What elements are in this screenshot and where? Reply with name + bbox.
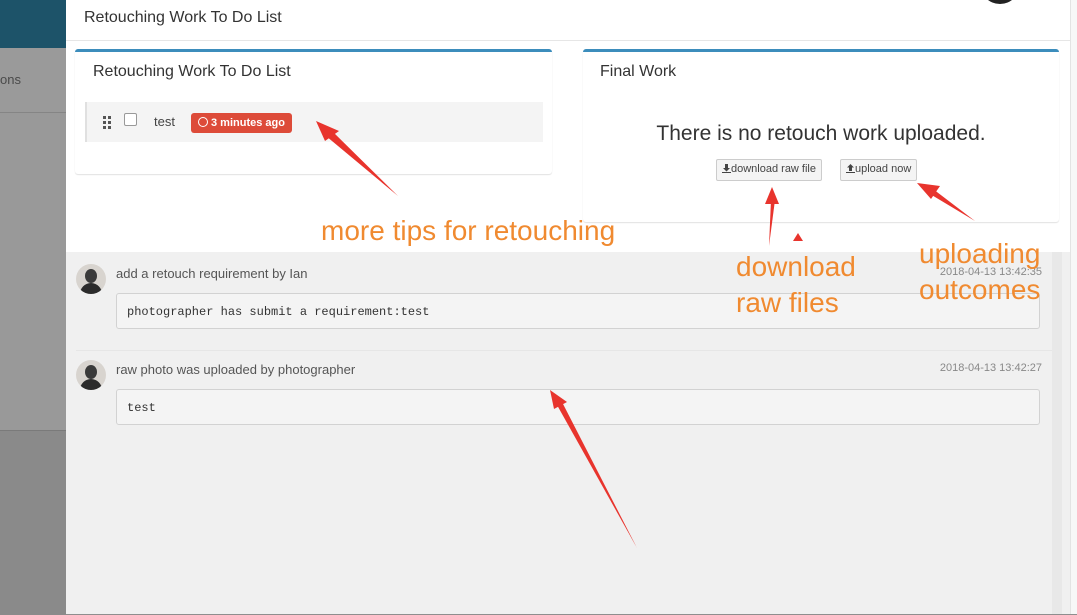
user-avatar[interactable] (980, 0, 1020, 4)
annotation-download-line2: raw files (736, 287, 839, 318)
timeline-title: add a retouch requirement by Ian (116, 266, 308, 281)
download-raw-file-label: download raw file (731, 163, 816, 175)
background-content (0, 112, 66, 431)
upload-icon (846, 164, 855, 173)
time-badge: 3 minutes ago (191, 113, 292, 133)
app-header-bg (0, 0, 66, 48)
download-icon (722, 164, 731, 173)
timeline-title: raw photo was uploaded by photographer (116, 362, 356, 377)
todo-text: test (154, 114, 175, 129)
empty-state-text: There is no retouch work uploaded. (656, 122, 986, 145)
avatar (76, 360, 106, 390)
annotation-upload-line2: outcomes (919, 274, 1041, 305)
annotation-upload-line1: uploading (919, 238, 1041, 269)
timeline-body: photographer has submit a requirement:te… (116, 293, 1040, 329)
annotation-tips: more tips for retouching (321, 215, 616, 246)
download-raw-file-button[interactable]: download raw file (716, 159, 822, 181)
final-work-title: Final Work (600, 63, 677, 80)
drag-handle-icon[interactable] (103, 116, 111, 129)
clock-icon (198, 117, 208, 127)
final-work-panel: Final Work There is no retouch work uplo… (583, 49, 1059, 222)
modal-title: Retouching Work To Do List (84, 9, 282, 26)
scrollbar-track[interactable] (1052, 252, 1062, 614)
todo-panel-title: Retouching Work To Do List (93, 63, 291, 80)
time-badge-label: 3 minutes ago (211, 117, 285, 129)
background-footer (0, 430, 66, 615)
todo-checkbox[interactable] (124, 113, 137, 126)
annotation-download-line1: download (736, 251, 856, 282)
avatar (76, 264, 106, 294)
timeline-item: raw photo was uploaded by photographer 2… (66, 350, 1052, 450)
upload-now-label: upload now (855, 163, 912, 175)
todo-item[interactable]: test 3 minutes ago (85, 102, 543, 142)
timeline-item: add a retouch requirement by Ian 2018-04… (66, 252, 1052, 350)
modal-scrollbar[interactable] (1070, 0, 1077, 614)
background-menu-item: ons (0, 48, 66, 113)
todo-panel: Retouching Work To Do List test 3 minute… (75, 49, 552, 174)
upload-now-button[interactable]: upload now (840, 159, 918, 181)
timeline-time: 2018-04-13 13:42:27 (939, 362, 1042, 374)
timeline-body: test (116, 389, 1040, 425)
modal-header: Retouching Work To Do List (66, 0, 1077, 41)
background-menu-label: ons (0, 72, 21, 87)
